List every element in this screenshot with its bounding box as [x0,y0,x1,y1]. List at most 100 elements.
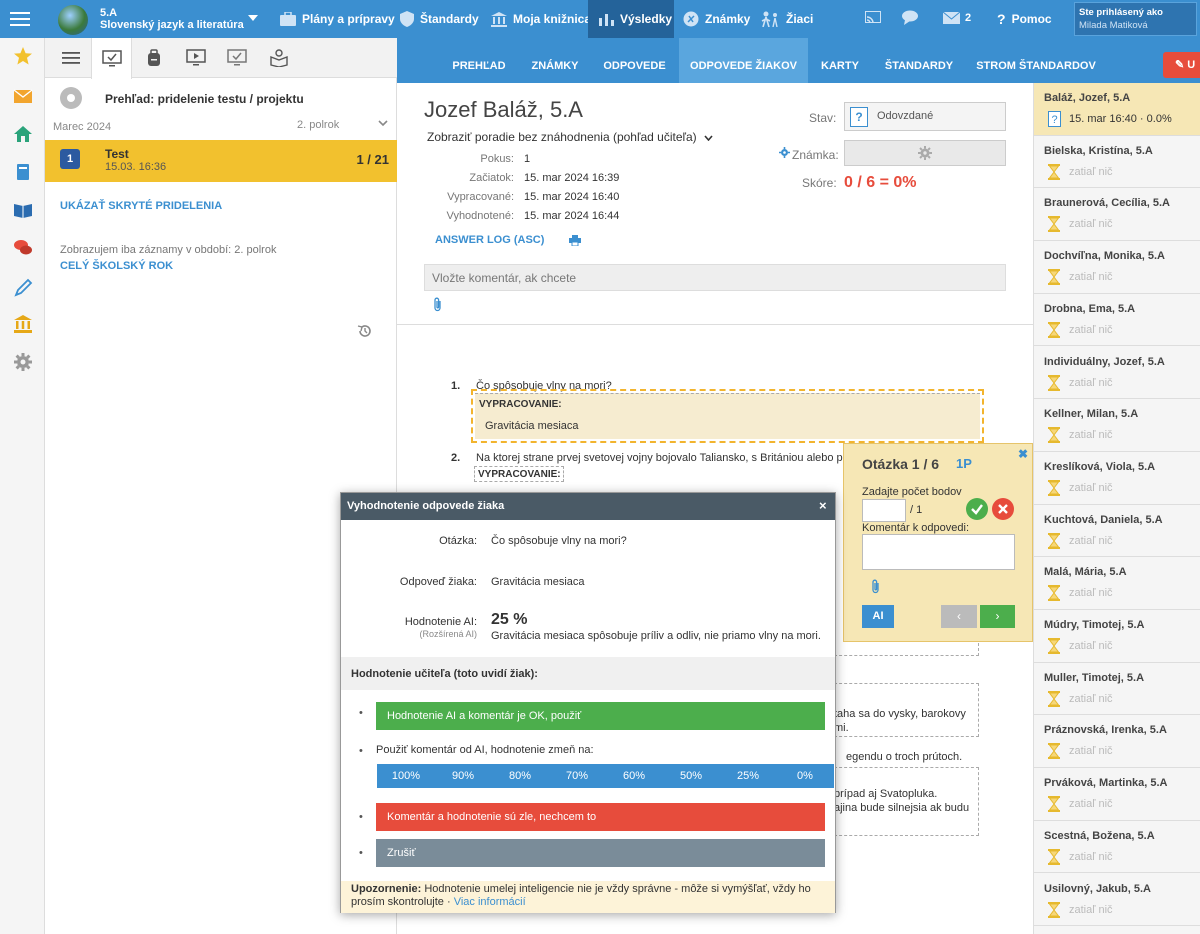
book-icon[interactable] [13,162,33,182]
class-avatar[interactable] [58,5,88,35]
student-row-name: Múdry, Timotej, 5.A [1044,619,1145,631]
tab-reading[interactable] [258,38,299,78]
ai-button[interactable]: AI [862,605,894,628]
nav-students[interactable]: Žiaci [760,0,813,38]
accept-ai-button[interactable]: Hodnotenie AI a komentár je OK, použiť [376,702,825,730]
student-row-status: zatiaľ nič [1069,692,1113,705]
tab-overview[interactable]: PREHĽAD [441,38,517,83]
mail-icon[interactable] [943,12,960,24]
edit-button[interactable]: ✎ U [1163,52,1200,78]
percent-button[interactable]: 80% [491,764,549,788]
percent-button[interactable]: 50% [662,764,720,788]
login-box[interactable]: Ste prihlásený ako Milada Matiková [1074,2,1197,36]
student-row[interactable]: Malá, Mária, 5.A zatiaľ nič [1034,557,1200,610]
confirm-button[interactable] [966,498,988,520]
nav-results[interactable]: Výsledky [588,0,674,38]
student-row[interactable]: Práznovská, Irenka, 5.A zatiaľ nič [1034,715,1200,769]
student-row[interactable]: Kreslíková, Viola, 5.A zatiaľ nič [1034,451,1200,505]
reject-button[interactable] [992,498,1014,520]
nav-standards[interactable]: Štandardy [400,0,479,38]
institution-icon[interactable] [13,314,33,334]
percent-button[interactable]: 0% [776,764,834,788]
tab-tests[interactable] [91,38,132,79]
prev-question-button[interactable]: ‹ [941,605,977,628]
paperclip-icon[interactable] [433,297,443,312]
answer-log-link[interactable]: ANSWER LOG (ASC) [435,234,544,246]
tab-list[interactable] [50,38,91,78]
student-row-name: Baláž, Jozef, 5.A [1044,92,1131,104]
tab-student-answers[interactable]: ODPOVEDE ŽIAKOV [679,38,808,83]
nav-marks[interactable]: Známky [683,0,750,38]
hamburger-icon[interactable] [10,10,30,28]
nav-plans[interactable]: Plány a prípravy [280,0,395,38]
tab-marks[interactable]: ZNÁMKY [521,38,589,83]
show-hidden-link[interactable]: UKÁZAŤ SKRYTÉ PRIDELENIA [60,200,222,212]
tab-answers[interactable]: ODPOVEDE [592,38,677,83]
messages-count[interactable]: 2 [965,12,971,24]
nav-library[interactable]: Moja knižnica [491,0,591,38]
print-icon[interactable] [569,235,581,246]
tab-standards[interactable]: ŠTANDARDY [872,38,966,83]
order-toggle[interactable]: Zobraziť poradie bez znáhodnenia (pohľad… [427,130,713,144]
points-input[interactable] [862,499,906,522]
percent-button[interactable]: 60% [605,764,663,788]
subject-name[interactable]: Slovenský jazyk a literatúra [100,19,244,31]
login-label: Ste prihlásený ako [1079,7,1163,18]
percent-button[interactable]: 70% [548,764,606,788]
cancel-button[interactable]: Zrušiť [376,839,825,867]
percent-button[interactable]: 90% [434,764,492,788]
whole-year-link[interactable]: CELÝ ŠKOLSKÝ ROK [60,260,173,272]
answer-box-highlighted[interactable]: VYPRACOVANIE: Gravitácia mesiaca [471,389,984,443]
points-label: Zadajte počet bodov [862,486,962,498]
tab-videos[interactable] [175,38,216,78]
student-row[interactable]: Muller, Timotej, 5.A zatiaľ nič [1034,662,1200,716]
student-row[interactable]: Kellner, Milan, 5.A zatiaľ nič [1034,399,1200,452]
chevron-down-icon[interactable] [378,120,388,127]
mark-select[interactable] [844,140,1006,166]
star-icon[interactable] [13,46,33,66]
home-icon[interactable] [13,124,33,144]
student-row[interactable]: Múdry, Timotej, 5.A zatiaľ nič [1034,610,1200,663]
next-question-button[interactable]: › [980,605,1015,628]
answer-box[interactable]: taha sa do vysky, barokovy mi. [834,683,979,737]
mail-icon[interactable] [13,86,33,106]
tab-standards-tree[interactable]: STROM ŠTANDARDOV [968,38,1104,83]
paperclip-icon[interactable] [871,579,881,594]
assignment-row[interactable]: 1 Test 15.03. 16:36 1 / 21 [45,140,397,182]
briefcase-icon [280,12,296,26]
help-button[interactable]: ? Pomoc [997,0,1052,38]
answer-comment-input[interactable] [862,534,1015,570]
class-name[interactable]: 5.A [100,8,117,19]
student-row[interactable]: Baláž, Jozef, 5.A? 15. mar 16:40 · 0.0% [1034,83,1200,136]
open-book-icon[interactable] [13,200,33,220]
student-row[interactable]: Kuchtová, Daniela, 5.A zatiaľ nič [1034,504,1200,558]
chat-bubbles-icon[interactable] [13,238,33,258]
student-row[interactable]: Scestná, Božena, 5.A zatiaľ nič [1034,820,1200,874]
student-row[interactable]: Individuálny, Jozef, 5.A zatiaľ nič [1034,346,1200,400]
tab-cards[interactable]: KARTY [810,38,870,83]
caret-down-icon[interactable] [248,15,258,21]
student-row[interactable]: Drobna, Ema, 5.A zatiaľ nič [1034,293,1200,347]
tab-homework[interactable] [133,38,174,78]
percent-button[interactable]: 100% [377,764,435,788]
percent-button[interactable]: 25% [719,764,777,788]
student-row[interactable]: Bielska, Kristína, 5.A zatiaľ nič [1034,135,1200,189]
comment-field[interactable]: Vložte komentár, ak chcete [424,264,1006,291]
chat-icon[interactable] [902,10,920,26]
student-row[interactable]: Usilovný, Jakub, 5.A zatiaľ nič [1034,873,1200,927]
answer-box[interactable]: prípad aj Svatopluka. ajina bude silnejs… [834,767,979,836]
cast-icon[interactable] [865,11,881,25]
close-icon[interactable]: × [819,498,827,513]
student-row[interactable]: Dochvíľna, Monika, 5.A zatiaľ nič [1034,241,1200,294]
reject-ai-button[interactable]: Komentár a hodnotenie sú zle, nechcem to [376,803,825,831]
gear-icon[interactable] [13,352,33,372]
pencil-icon: ✎ [1175,59,1185,71]
settings-icon[interactable] [60,87,82,109]
close-icon[interactable]: ✖ [1018,447,1028,461]
pen-icon[interactable] [13,278,33,298]
history-icon[interactable] [357,323,373,339]
tab-quiz[interactable] [216,38,257,78]
more-info-link[interactable]: Viac informácií [454,896,526,908]
student-row[interactable]: Braunerová, Cecília, 5.A zatiaľ nič [1034,188,1200,242]
student-row[interactable]: Prváková, Martinka, 5.A zatiaľ nič [1034,768,1200,821]
